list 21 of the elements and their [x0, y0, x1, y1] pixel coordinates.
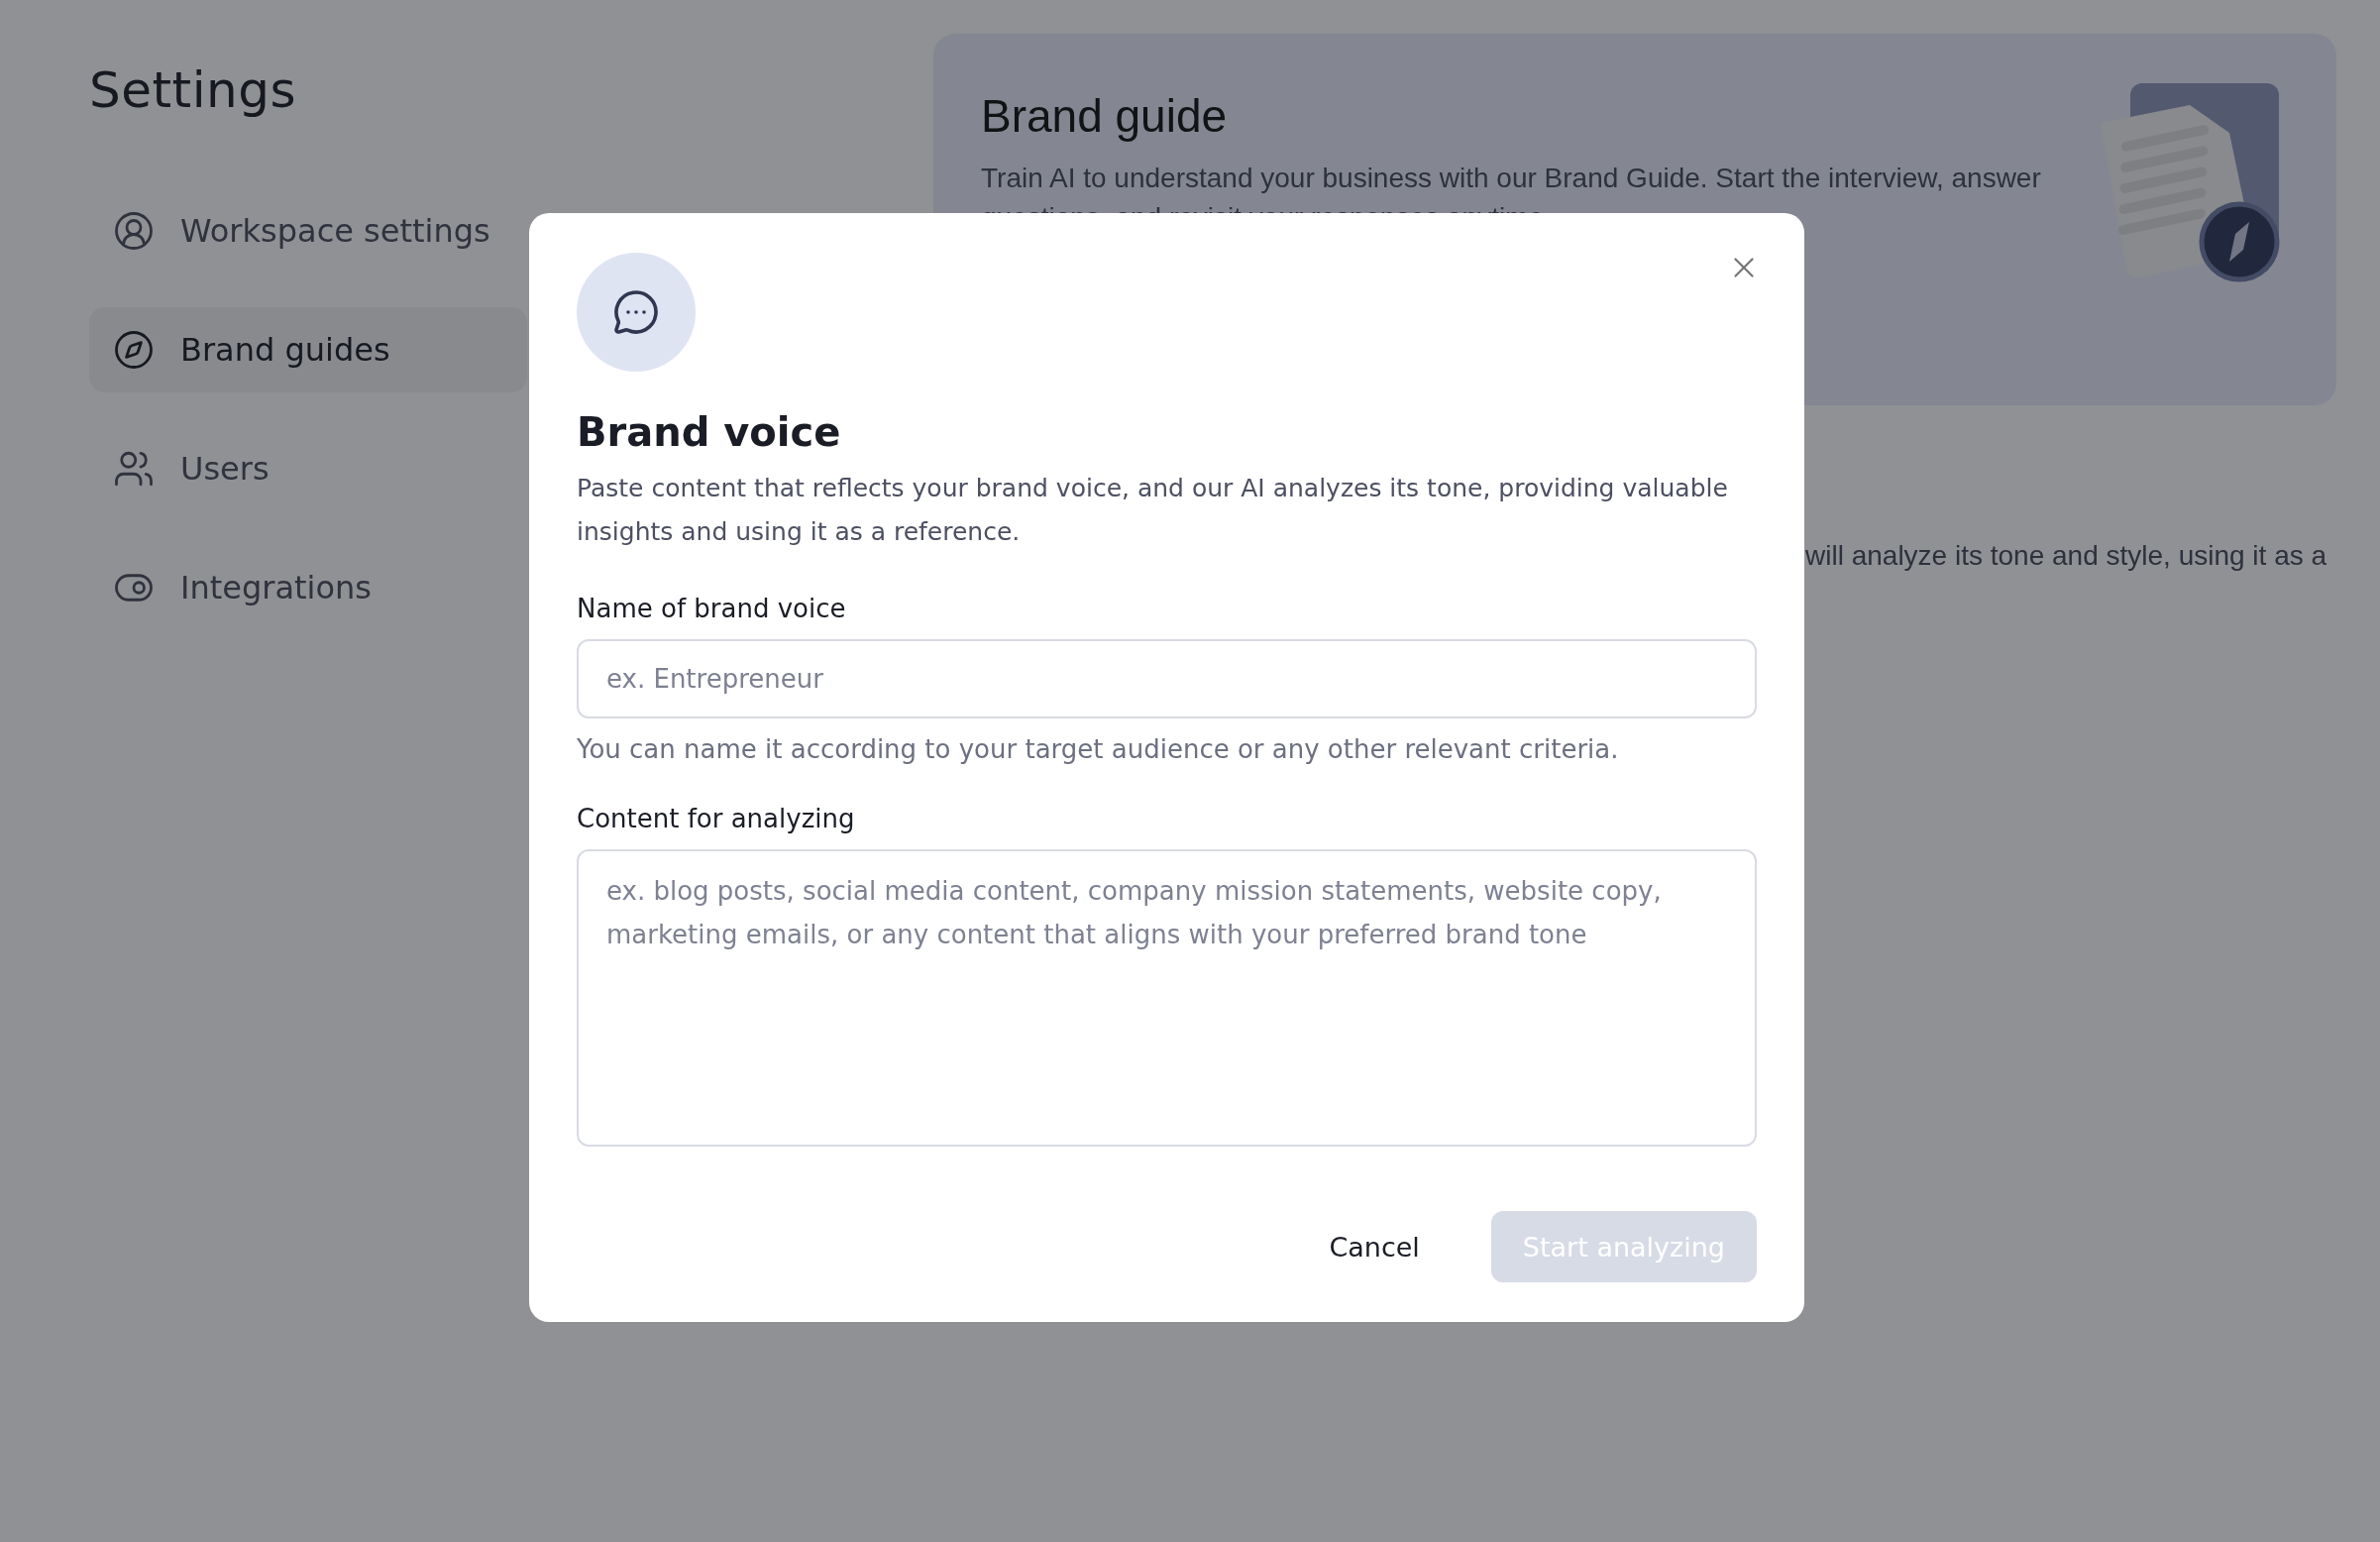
field-label: Content for analyzing — [577, 804, 856, 833]
sidebar-item[interactable]: Brand guides — [89, 307, 527, 392]
page-title: Settings — [89, 61, 298, 119]
cancel-button[interactable]: Cancel — [1297, 1211, 1452, 1282]
sidebar-item[interactable]: Integrations — [89, 545, 527, 630]
user-circle-icon — [113, 210, 155, 252]
dialog-title: Brand voice — [577, 409, 842, 455]
name-input-field[interactable]: ex. Entrepreneur — [577, 639, 1757, 718]
compass-icon — [113, 329, 155, 371]
sidebar-item-label: Brand guides — [180, 331, 390, 369]
sidebar-item[interactable]: Workspace settings — [89, 188, 527, 274]
sidebar-item[interactable]: Users — [89, 426, 527, 511]
card-title: Brand guide — [981, 89, 1229, 143]
sidebar-item-label: Users — [180, 450, 270, 488]
sidebar-item-label: Integrations — [180, 569, 372, 606]
sidebar-item-label: Workspace settings — [180, 212, 490, 250]
background-text: will analyze its tone and style, using it as a — [1805, 540, 2328, 572]
dialog-description: Paste content that reflects your brand voice, and our AI analyzes its tone, providing valuable insights and using it as a reference. — [577, 473, 1729, 548]
field-label: Name of brand voice — [577, 594, 847, 623]
field-hint: You can name it according to your target audience or any other relevant criteria. — [577, 734, 1620, 764]
content-text-area[interactable]: ex. blog posts, social media content, company mission statements, website copy, marketing emails, or any content that aligns with your preferred brand tone — [577, 849, 1757, 1147]
